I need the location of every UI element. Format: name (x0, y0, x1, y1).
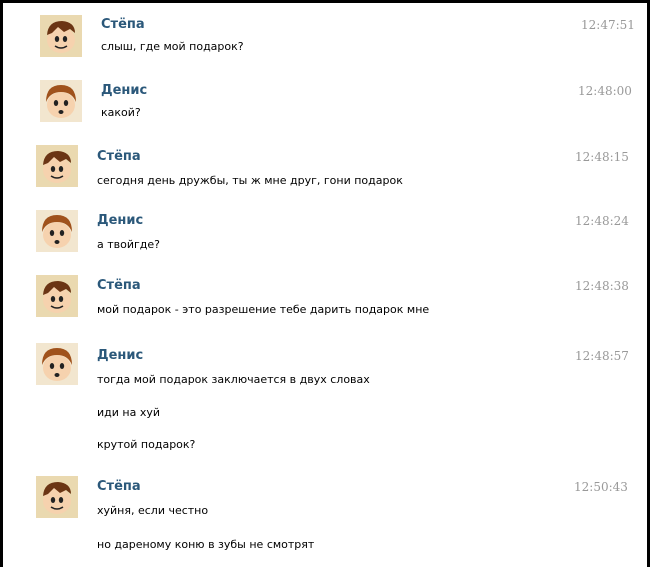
message-text: а твойгде? (97, 238, 160, 251)
author-name[interactable]: Денис (97, 213, 143, 228)
stepa-avatar[interactable] (36, 145, 78, 187)
message-timestamp: 12:50:43 (574, 480, 628, 494)
stepa-avatar[interactable] (36, 476, 78, 518)
denis-avatar[interactable] (36, 343, 78, 385)
author-name[interactable]: Стёпа (97, 479, 141, 494)
author-name[interactable]: Стёпа (97, 278, 141, 293)
message-timestamp: 12:47:51 (581, 18, 635, 32)
stepa-avatar[interactable] (40, 15, 82, 57)
message-timestamp: 12:48:15 (575, 150, 629, 164)
message-text: слыш, где мой подарок? (101, 40, 244, 53)
message-text: тогда мой подарок заключается в двух сло… (97, 373, 370, 386)
message-text: мой подарок - это разрешение тебе дарить… (97, 303, 430, 316)
message-text: иди на хуй (97, 406, 160, 419)
author-name[interactable]: Денис (97, 348, 143, 363)
message-timestamp: 12:48:00 (578, 84, 632, 98)
message-timestamp: 12:48:24 (575, 214, 629, 228)
message-text: но дареному коню в зубы не смотрят (97, 538, 315, 551)
author-name[interactable]: Стёпа (101, 17, 145, 32)
message-text: крутой подарок? (97, 438, 196, 451)
message-timestamp: 12:48:57 (575, 349, 629, 363)
denis-avatar[interactable] (40, 80, 82, 122)
denis-avatar[interactable] (36, 210, 78, 252)
author-name[interactable]: Денис (101, 83, 147, 98)
author-name[interactable]: Стёпа (97, 149, 141, 164)
message-timestamp: 12:48:38 (575, 279, 629, 293)
chat-window: Стёпа 12:47:51 слыш, где мой подарок? Де… (0, 0, 650, 567)
stepa-avatar[interactable] (36, 275, 78, 317)
message-text: сегодня день дружбы, ты ж мне друг, гони… (97, 174, 403, 187)
message-text: хуйня, если честно (97, 504, 209, 517)
message-text: какой? (101, 106, 141, 119)
